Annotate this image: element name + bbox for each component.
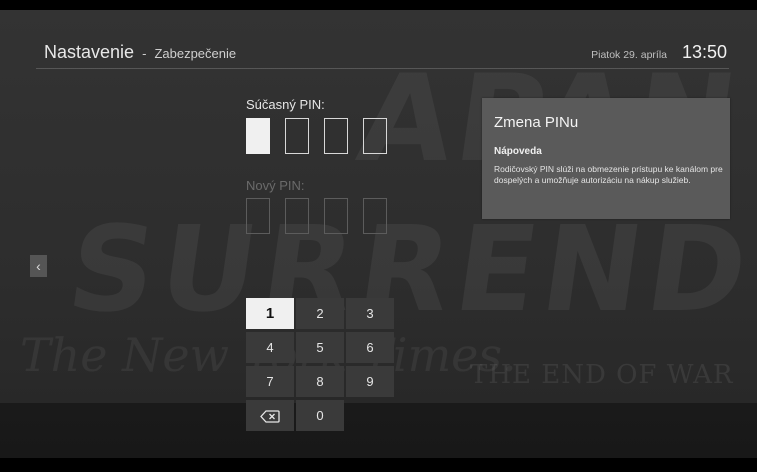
current-pin-digit-2[interactable] (285, 118, 309, 154)
current-pin-digit-1[interactable] (246, 118, 270, 154)
header: Nastavenie - Zabezpečenie Piatok 29. apr… (36, 40, 729, 69)
clock: 13:50 (681, 42, 727, 62)
new-pin-digit-3[interactable] (324, 198, 348, 234)
keypad-key-7[interactable]: 7 (246, 366, 294, 397)
breadcrumb-root: Nastavenie (44, 42, 135, 62)
breadcrumb-separator: - (142, 46, 147, 61)
keypad-key-2[interactable]: 2 (296, 298, 344, 329)
backspace-button[interactable] (246, 400, 294, 431)
keypad-key-4[interactable]: 4 (246, 332, 294, 363)
new-pin-digit-2[interactable] (285, 198, 309, 234)
help-subtitle: Nápoveda (494, 146, 542, 157)
background-headline-main: SURRENDERS (60, 200, 757, 338)
background-shade (0, 403, 757, 458)
keypad-key-3[interactable]: 3 (346, 298, 394, 329)
help-text: Rodičovský PIN slúži na obmezenie prístu… (494, 164, 723, 185)
new-pin-label: Nový PIN: (246, 178, 305, 193)
new-pin-digit-1[interactable] (246, 198, 270, 234)
keypad-key-6[interactable]: 6 (346, 332, 394, 363)
page-title: Nastavenie - Zabezpečenie (44, 42, 236, 63)
new-pin-digit-4[interactable] (363, 198, 387, 234)
keypad-key-0[interactable]: 0 (296, 400, 344, 431)
background-subhead: THE END OF WAR (470, 360, 734, 390)
help-panel: Zmena PINu Nápoveda Rodičovský PIN slúži… (482, 98, 730, 219)
keypad-key-9[interactable]: 9 (346, 366, 394, 397)
date-label: Piatok 29. apríla (591, 49, 667, 61)
help-title: Zmena PINu (494, 114, 579, 131)
keypad-key-8[interactable]: 8 (296, 366, 344, 397)
current-pin-digit-3[interactable] (324, 118, 348, 154)
backspace-icon (260, 410, 280, 423)
keypad-key-5[interactable]: 5 (296, 332, 344, 363)
current-pin-digit-4[interactable] (363, 118, 387, 154)
tv-screen: APAN SURRENDERS The New York Times. THE … (0, 10, 757, 458)
breadcrumb-current: Zabezpečenie (154, 46, 237, 61)
keypad-key-1[interactable]: 1 (246, 298, 294, 329)
chevron-left-icon[interactable]: ‹ (30, 255, 47, 277)
current-pin-label: Súčasný PIN: (246, 97, 325, 112)
